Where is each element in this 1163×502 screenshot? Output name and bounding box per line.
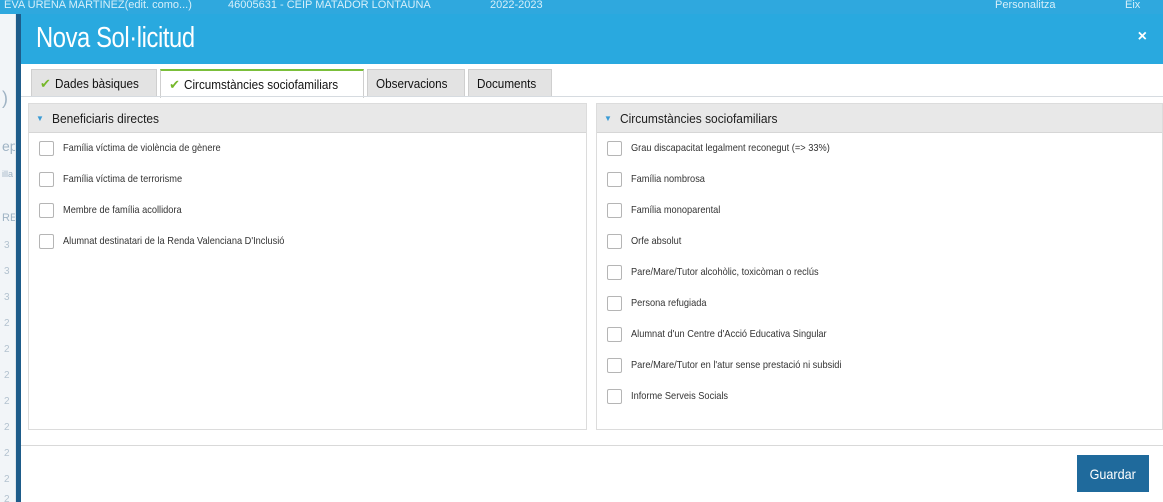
modal-header: Nova Sol·licitud × [21,14,1163,64]
new-request-modal: Nova Sol·licitud × ✔ Dades bàsiques ✔ Ci… [16,14,1163,502]
background-year-text: 2022-2023 [490,0,543,11]
background-customize-text: Personalitza [995,0,1056,11]
checkbox[interactable] [607,296,622,311]
background-topbar: EVA UREÑA MARTINEZ(edit. como...) 460056… [0,0,1163,14]
checkbox[interactable] [607,358,622,373]
footer-divider [21,445,1163,446]
list-item: Orfe absolut [607,234,1162,266]
checkbox-list: Família víctima de violència de gènere F… [29,133,586,266]
checkbox[interactable] [39,172,54,187]
check-icon: ✔ [40,75,51,91]
checkbox-label: Pare/Mare/Tutor en l'atur sense prestaci… [631,359,842,371]
checkbox[interactable] [607,203,622,218]
panel-header[interactable]: ▼ Circumstàncies sociofamiliars [597,104,1162,133]
checkbox-label: Membre de família acollidora [63,204,182,216]
checkbox-label: Família nombrosa [631,173,705,185]
background-fragment: ep [2,138,15,154]
checkbox[interactable] [607,234,622,249]
list-item: Grau discapacitat legalment reconegut (=… [607,141,1162,173]
panel-header[interactable]: ▼ Beneficiaris directes [29,104,586,133]
background-number: 2 [4,318,10,329]
list-item: Família monoparental [607,203,1162,235]
modal-title: Nova Sol·licitud [36,22,195,54]
list-item: Persona refugiada [607,296,1162,328]
checkbox[interactable] [39,141,54,156]
background-number: 2 [4,494,10,502]
list-item: Pare/Mare/Tutor en l'atur sense prestaci… [607,358,1162,390]
checkbox[interactable] [607,172,622,187]
checkbox[interactable] [607,265,622,280]
caret-down-icon: ▼ [36,113,44,123]
checkbox[interactable] [39,203,54,218]
background-school-text: 46005631 - CEIP MATADOR LONTAUNA [228,0,431,11]
background-fragment: illa [2,169,14,179]
background-number: 2 [4,448,10,459]
list-item: Família nombrosa [607,172,1162,204]
checkbox-label: Família víctima de violència de gènere [63,142,221,154]
background-number: 3 [4,240,10,251]
list-item: Pare/Mare/Tutor alcohòlic, toxicòman o r… [607,265,1162,297]
background-number: 2 [4,474,10,485]
tab-observations[interactable]: Observacions [367,69,465,97]
save-button-label: Guardar [1089,465,1137,482]
background-number: 2 [4,422,10,433]
checkbox-list: Grau discapacitat legalment reconegut (=… [597,133,1162,421]
list-item: Alumnat destinatari de la Renda Valencia… [39,234,586,266]
sociofamily-circumstances-panel: ▼ Circumstàncies sociofamiliars Grau dis… [596,103,1163,430]
background-number: 2 [4,396,10,407]
tabs-divider [21,96,1163,97]
checkbox-label: Pare/Mare/Tutor alcohòlic, toxicòman o r… [631,266,819,278]
checkbox-label: Orfe absolut [631,235,682,247]
checkbox-label: Família víctima de terrorisme [63,173,183,185]
background-number: 3 [4,266,10,277]
tab-label: Observacions [376,76,448,91]
checkbox-label: Informe Serveis Socials [631,390,729,402]
checkbox[interactable] [607,389,622,404]
checkbox-label: Alumnat destinatari de la Renda Valencia… [63,235,285,247]
checkbox[interactable] [607,141,622,156]
list-item: Membre de família acollidora [39,203,586,235]
close-icon[interactable]: × [1138,28,1147,46]
tab-label: Documents [476,76,536,91]
checkbox-label: Família monoparental [631,204,721,216]
list-item: Alumnat d'un Centre d'Acció Educativa Si… [607,327,1162,359]
panel-title: Beneficiaris directes [51,110,159,126]
list-item: Família víctima de violència de gènere [39,141,586,173]
checkbox-label: Alumnat d'un Centre d'Acció Educativa Si… [631,328,827,340]
background-number: 2 [4,370,10,381]
tab-bar: ✔ Dades bàsiques ✔ Circumstàncies sociof… [31,69,552,98]
background-exit-text: Eix [1125,0,1141,11]
list-item: Família víctima de terrorisme [39,172,586,204]
background-fragment: ) [2,88,8,108]
tab-basic-data[interactable]: ✔ Dades bàsiques [31,69,158,97]
checkbox[interactable] [607,327,622,342]
checkbox[interactable] [39,234,54,249]
background-fragment: RE [2,212,16,224]
background-left-strip: ) ep illa RE 3 3 3 2 2 2 2 2 2 2 2 [0,14,16,502]
checkbox-label: Persona refugiada [631,297,707,309]
tab-sociofamily-circumstances[interactable]: ✔ Circumstàncies sociofamiliars [160,69,365,98]
tab-label: Dades bàsiques [54,76,139,91]
tab-label: Circumstàncies sociofamiliars [184,77,339,92]
background-number: 3 [4,292,10,303]
tab-documents[interactable]: Documents [467,69,552,97]
caret-down-icon: ▼ [604,113,612,123]
direct-beneficiaries-panel: ▼ Beneficiaris directes Família víctima … [28,103,587,430]
panel-title: Circumstàncies sociofamiliars [619,110,778,126]
check-icon: ✔ [169,76,181,92]
save-button[interactable]: Guardar [1077,455,1149,492]
background-number: 2 [4,344,10,355]
checkbox-label: Grau discapacitat legalment reconegut (=… [631,142,830,154]
list-item: Informe Serveis Socials [607,389,1162,421]
background-user-text: EVA UREÑA MARTINEZ(edit. como...) [4,0,192,11]
